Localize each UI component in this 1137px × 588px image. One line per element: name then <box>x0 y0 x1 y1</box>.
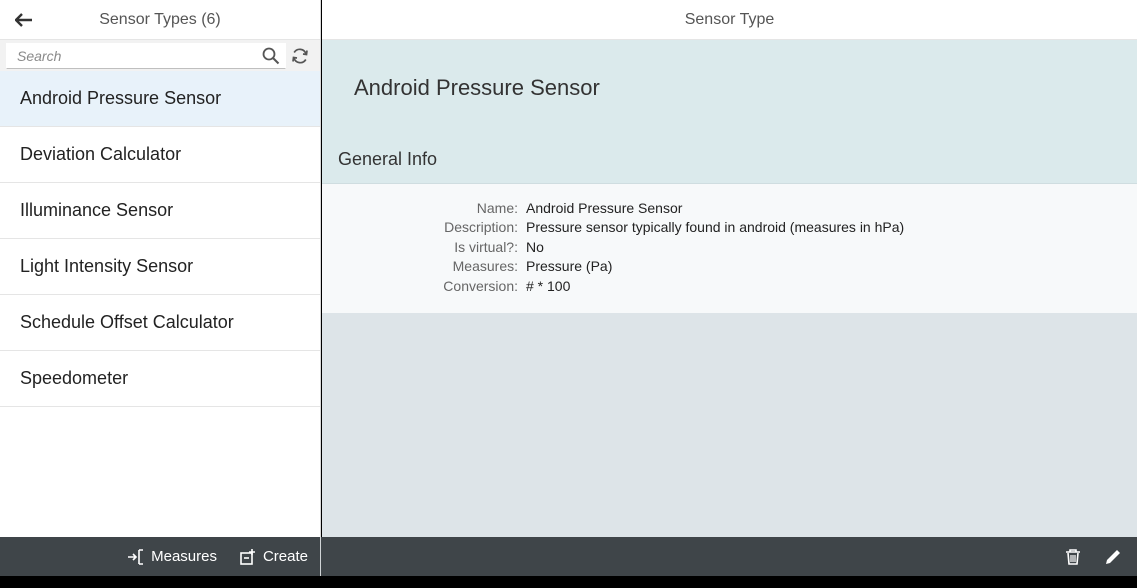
field-value: # * 100 <box>526 277 571 294</box>
detail-header-title: Sensor Type <box>684 10 775 28</box>
field-label: Name: <box>476 199 518 216</box>
form-row-conversion: Conversion: # * 100 <box>322 276 1137 296</box>
detail-footer <box>321 545 1137 569</box>
create-button[interactable]: Create <box>239 548 308 566</box>
form-row-measures: Measures: Pressure (Pa) <box>322 257 1137 277</box>
detail-pane: Sensor Type Android Pressure Sensor Gene… <box>322 0 1137 576</box>
master-header: Sensor Types (6) <box>0 0 320 40</box>
edit-icon <box>1106 549 1120 564</box>
list-item[interactable]: Speedometer <box>0 351 320 407</box>
section-header: General Info <box>322 136 1137 184</box>
field-value: Android Pressure Sensor <box>526 199 683 216</box>
list-item-label: Light Intensity Sensor <box>20 256 194 276</box>
detail-header: Sensor Type <box>322 0 1137 40</box>
master-title: Sensor Types (6) <box>99 10 221 28</box>
refresh-button[interactable] <box>286 44 314 68</box>
search-bar <box>0 40 320 71</box>
list-item-label: Deviation Calculator <box>20 144 182 164</box>
search-button[interactable] <box>257 44 285 68</box>
search-icon <box>262 47 280 64</box>
bottom-strip <box>0 576 1137 588</box>
general-info-form: Name: Android Pressure Sensor Descriptio… <box>322 184 1137 313</box>
list-item-label: Android Pressure Sensor <box>20 88 222 108</box>
measures-icon <box>128 548 144 565</box>
back-button[interactable] <box>12 9 36 31</box>
list-item[interactable]: Android Pressure Sensor <box>0 71 320 127</box>
field-label: Conversion: <box>443 277 518 294</box>
field-label: Measures: <box>452 258 518 275</box>
list-item-label: Illuminance Sensor <box>20 200 174 220</box>
refresh-icon <box>292 48 308 63</box>
field-value: Pressure sensor typically found in andro… <box>526 219 905 236</box>
list-item-label: Speedometer <box>20 368 129 388</box>
search-field <box>6 42 286 69</box>
list-item[interactable]: Light Intensity Sensor <box>0 239 320 295</box>
master-pane: Sensor Types (6) Android Pressure Sensor… <box>0 0 321 576</box>
form-row-name: Name: Android Pressure Sensor <box>322 198 1137 218</box>
field-label: Is virtual?: <box>454 238 518 255</box>
measures-label: Measures <box>151 548 217 565</box>
list-item[interactable]: Illuminance Sensor <box>0 183 320 239</box>
back-arrow-icon <box>15 13 32 27</box>
object-title: Android Pressure Sensor <box>354 75 600 100</box>
master-footer: Measures Create <box>0 537 321 576</box>
sensor-type-list: Android Pressure Sensor Deviation Calcul… <box>0 71 320 407</box>
list-item-label: Schedule Offset Calculator <box>20 312 234 332</box>
form-row-is-virtual: Is virtual?: No <box>322 237 1137 257</box>
field-value: No <box>526 238 544 255</box>
field-value: Pressure (Pa) <box>526 258 613 275</box>
list-item[interactable]: Schedule Offset Calculator <box>0 295 320 351</box>
delete-icon <box>1066 548 1080 565</box>
create-icon <box>240 548 255 565</box>
search-input[interactable] <box>7 43 257 68</box>
section-title: General Info <box>338 149 438 169</box>
footer-toolbar: Measures Create <box>0 537 1137 576</box>
edit-button[interactable] <box>1101 545 1125 569</box>
create-label: Create <box>262 548 308 565</box>
delete-button[interactable] <box>1061 545 1085 569</box>
object-header: Android Pressure Sensor <box>322 40 1137 136</box>
list-item[interactable]: Deviation Calculator <box>0 127 320 183</box>
form-row-description: Description: Pressure sensor typically f… <box>322 218 1137 238</box>
field-label: Description: <box>444 219 518 236</box>
measures-button[interactable]: Measures <box>127 548 217 566</box>
